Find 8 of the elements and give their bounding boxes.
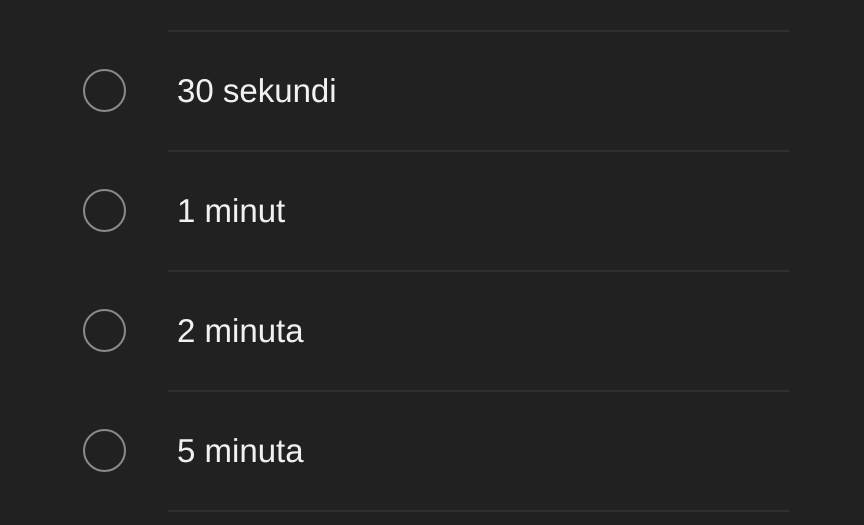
radio-button[interactable] xyxy=(83,428,126,472)
option-label[interactable]: 5 minuta xyxy=(177,426,304,476)
option-label[interactable]: 30 sekundi xyxy=(177,66,337,116)
radio-button[interactable] xyxy=(83,68,126,112)
radio-button[interactable] xyxy=(83,308,126,352)
option-label[interactable]: 2 minuta xyxy=(177,306,304,356)
radio-button[interactable] xyxy=(83,188,126,232)
option-label[interactable]: 1 minut xyxy=(177,186,286,236)
